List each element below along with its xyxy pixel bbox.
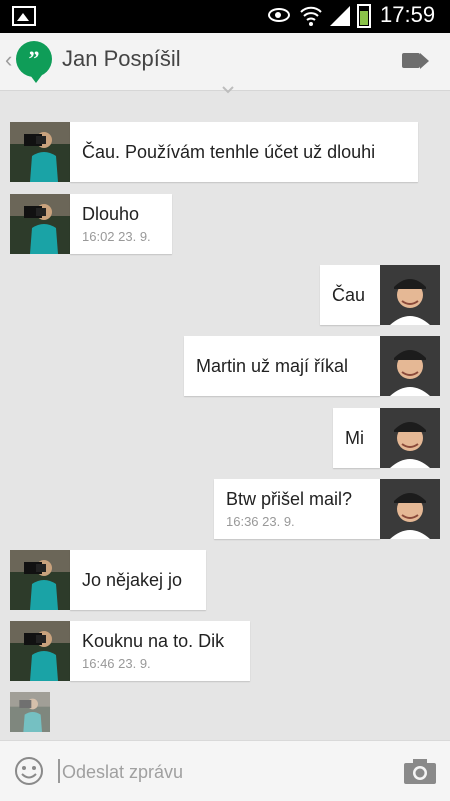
- avatar-martin[interactable]: [380, 408, 440, 468]
- message-timestamp: 16:02 23. 9.: [82, 229, 151, 244]
- status-time: 17:59: [380, 2, 436, 27]
- signal-icon: [330, 6, 350, 26]
- wifi-icon: [300, 6, 322, 26]
- read-receipt-avatar: [10, 692, 50, 732]
- hangouts-logo-glyph: ”: [28, 46, 40, 71]
- message-bubble[interactable]: Jo nějakej jo: [70, 550, 206, 610]
- avatar-martin[interactable]: [380, 265, 440, 325]
- message-incoming: Jo nějakej jo: [10, 550, 206, 610]
- avatar-jan[interactable]: [10, 621, 70, 681]
- message-text: Dlouho: [82, 204, 140, 224]
- status-bar: 17:59: [0, 0, 450, 33]
- avatar-jan[interactable]: [10, 550, 70, 610]
- message-incoming: Dlouho 16:02 23. 9.: [10, 194, 172, 254]
- message-incoming: Kouknu na to. Dik 16:46 23. 9.: [10, 621, 250, 681]
- avatar-jan[interactable]: [10, 122, 70, 182]
- camera-icon[interactable]: [403, 757, 437, 785]
- composer-bar: [0, 740, 450, 801]
- message-text: Mi: [345, 427, 364, 448]
- message-bubble[interactable]: Kouknu na to. Dik 16:46 23. 9.: [70, 621, 250, 681]
- video-call-icon[interactable]: [402, 53, 429, 69]
- message-bubble[interactable]: Martin už mají říkal: [184, 336, 380, 396]
- eye-icon: [268, 8, 290, 22]
- gallery-icon: [12, 6, 36, 26]
- message-text: Jo nějakej jo: [82, 569, 183, 590]
- message-outgoing: Btw přišel mail? 16:36 23. 9.: [214, 479, 440, 539]
- message-bubble[interactable]: Dlouho 16:02 23. 9.: [70, 194, 172, 254]
- message-bubble[interactable]: Čau: [320, 265, 380, 325]
- message-timestamp: 16:36 23. 9.: [226, 514, 295, 529]
- emoji-icon[interactable]: [14, 756, 44, 786]
- contact-name[interactable]: Jan Pospíšil: [62, 46, 181, 72]
- message-text: Čau: [332, 284, 366, 305]
- message-text: Čau. Používám tenhle účet už dlouhi: [82, 141, 376, 162]
- message-outgoing: Martin už mají říkal: [184, 336, 440, 396]
- back-chevron-icon[interactable]: ‹: [5, 47, 12, 73]
- message-bubble[interactable]: Mi: [333, 408, 380, 468]
- message-text: Btw přišel mail?: [226, 489, 353, 509]
- message-text: Kouknu na to. Dik: [82, 631, 225, 651]
- hangouts-logo-icon[interactable]: ”: [16, 41, 52, 83]
- message-outgoing: Čau: [320, 265, 440, 325]
- message-bubble[interactable]: Btw přišel mail? 16:36 23. 9.: [214, 479, 380, 539]
- message-outgoing: Mi: [333, 408, 440, 468]
- avatar-jan[interactable]: [10, 194, 70, 254]
- avatar-martin[interactable]: [380, 479, 440, 539]
- message-text: Martin už mají říkal: [196, 355, 349, 376]
- avatar-martin[interactable]: [380, 336, 440, 396]
- message-timestamp: 16:46 23. 9.: [82, 656, 151, 671]
- message-bubble[interactable]: Čau. Používám tenhle účet už dlouhi: [70, 122, 418, 182]
- message-thread[interactable]: Čau. Používám tenhle účet už dlouhi Dlou…: [0, 90, 450, 740]
- battery-icon: [357, 4, 371, 28]
- app-bar: ‹ ” Jan Pospíšil: [0, 33, 450, 91]
- message-input[interactable]: [60, 755, 384, 789]
- message-incoming: Čau. Používám tenhle účet už dlouhi: [10, 122, 418, 182]
